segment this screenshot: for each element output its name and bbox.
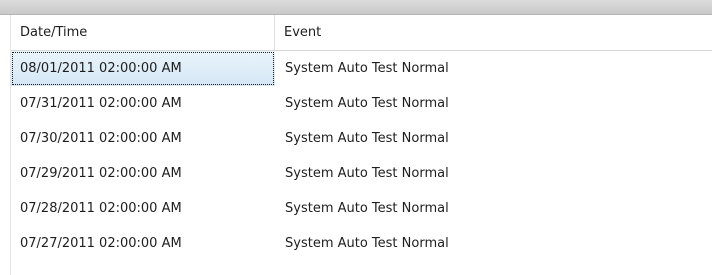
table-row[interactable]: 07/29/2011 02:00:00 AM System Auto Test … xyxy=(11,156,712,191)
toolbar-strip xyxy=(0,0,712,15)
event-log-grid[interactable]: Date/Time Event 08/01/2011 02:00:00 AM S… xyxy=(10,15,712,275)
event-cell[interactable]: System Auto Test Normal xyxy=(275,156,712,191)
datetime-cell[interactable]: 08/01/2011 02:00:00 AM xyxy=(11,51,275,86)
event-cell[interactable]: System Auto Test Normal xyxy=(275,51,712,86)
grid-rows: 08/01/2011 02:00:00 AM System Auto Test … xyxy=(11,51,712,261)
event-cell[interactable]: System Auto Test Normal xyxy=(275,86,712,121)
table-row[interactable]: 07/31/2011 02:00:00 AM System Auto Test … xyxy=(11,86,712,121)
table-row[interactable]: 08/01/2011 02:00:00 AM System Auto Test … xyxy=(11,51,712,86)
column-header-event[interactable]: Event xyxy=(275,15,712,50)
grid-header: Date/Time Event xyxy=(11,15,712,51)
event-cell[interactable]: System Auto Test Normal xyxy=(275,191,712,226)
table-row[interactable]: 07/27/2011 02:00:00 AM System Auto Test … xyxy=(11,226,712,261)
table-row[interactable]: 07/28/2011 02:00:00 AM System Auto Test … xyxy=(11,191,712,226)
datetime-cell[interactable]: 07/29/2011 02:00:00 AM xyxy=(11,156,275,191)
column-header-datetime[interactable]: Date/Time xyxy=(11,15,275,50)
datetime-cell[interactable]: 07/28/2011 02:00:00 AM xyxy=(11,191,275,226)
datetime-cell[interactable]: 07/27/2011 02:00:00 AM xyxy=(11,226,275,261)
event-cell[interactable]: System Auto Test Normal xyxy=(275,121,712,156)
datetime-cell[interactable]: 07/31/2011 02:00:00 AM xyxy=(11,86,275,121)
table-row[interactable]: 07/30/2011 02:00:00 AM System Auto Test … xyxy=(11,121,712,156)
datetime-cell[interactable]: 07/30/2011 02:00:00 AM xyxy=(11,121,275,156)
event-cell[interactable]: System Auto Test Normal xyxy=(275,226,712,261)
